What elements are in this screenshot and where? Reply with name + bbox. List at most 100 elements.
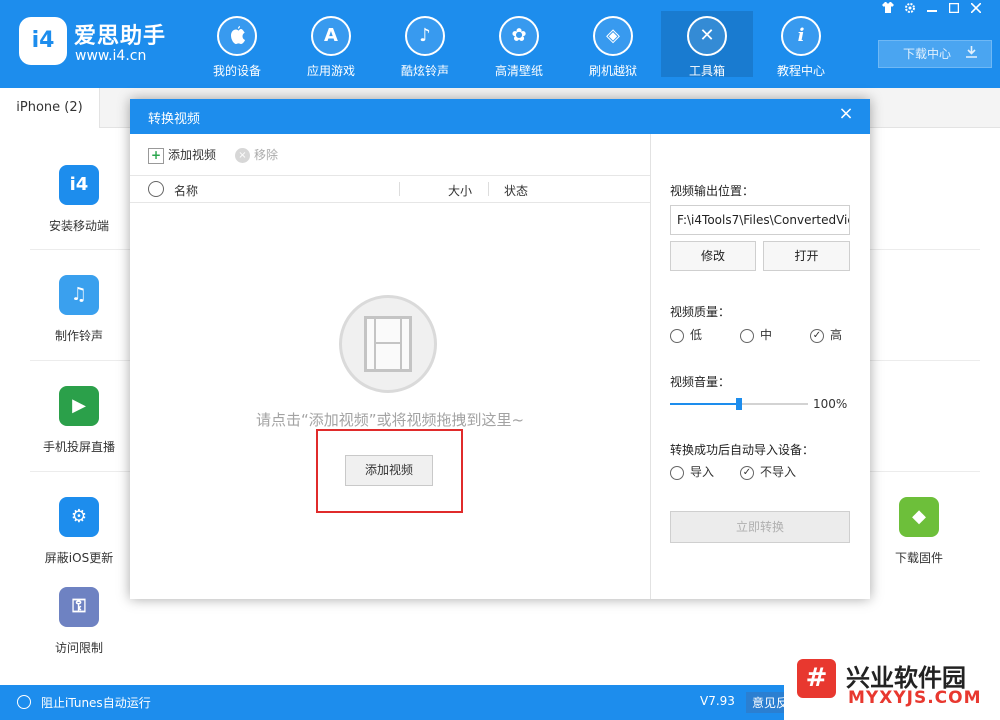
nav-label: 酷炫铃声 bbox=[400, 64, 449, 78]
add-video-label: 添加视频 bbox=[168, 148, 217, 162]
quality-label: 视频质量： bbox=[670, 305, 731, 319]
nav-label: 高清壁纸 bbox=[494, 64, 543, 78]
column-status[interactable]: 状态 bbox=[504, 182, 528, 199]
quality-low-label: 低 bbox=[690, 328, 703, 342]
nav-label: 我的设备 bbox=[212, 64, 261, 78]
shirt-icon[interactable] bbox=[880, 2, 896, 18]
column-name[interactable]: 名称 bbox=[174, 182, 198, 199]
nav-apps[interactable]: A 应用游戏 bbox=[285, 11, 377, 78]
add-file-icon: + bbox=[148, 147, 164, 164]
maximize-icon[interactable] bbox=[946, 2, 962, 18]
i4-app-icon: i4 bbox=[59, 165, 99, 205]
app-store-icon: A bbox=[311, 16, 351, 56]
radio-circle bbox=[740, 328, 754, 343]
column-size[interactable]: 大小 bbox=[448, 182, 472, 199]
nav-flash-jailbreak[interactable]: ◈ 刷机越狱 bbox=[567, 11, 659, 78]
tool-screen-mirror[interactable]: ▶ 手机投屏直播 bbox=[34, 386, 124, 455]
app-name: 爱思助手 bbox=[74, 24, 167, 49]
quality-medium-label: 中 bbox=[760, 328, 773, 342]
itunes-block-label[interactable]: 阻止iTunes自动运行 bbox=[41, 694, 151, 711]
nav-my-device[interactable]: 我的设备 bbox=[191, 11, 283, 78]
select-all-radio[interactable] bbox=[148, 181, 164, 197]
file-list-header: 名称 大小 状态 bbox=[130, 175, 650, 203]
checkmark-icon: ✓ bbox=[740, 465, 754, 480]
auto-import-label: 转换成功后自动导入设备： bbox=[670, 443, 815, 457]
tool-label: 手机投屏直播 bbox=[42, 440, 115, 454]
volume-slider-handle[interactable] bbox=[736, 398, 742, 410]
quality-high-label: 高 bbox=[830, 328, 843, 342]
info-icon: i bbox=[781, 16, 821, 56]
tool-label: 安装移动端 bbox=[48, 219, 109, 233]
volume-slider[interactable] bbox=[670, 398, 808, 410]
film-icon bbox=[339, 295, 437, 393]
convert-now-button[interactable]: 立即转换 bbox=[670, 511, 850, 543]
quality-medium-radio[interactable]: 中 bbox=[740, 326, 772, 343]
download-icon bbox=[966, 41, 977, 67]
itunes-block-checkbox[interactable] bbox=[17, 695, 31, 709]
tool-access-limit[interactable]: ⚿ 访问限制 bbox=[34, 587, 124, 656]
output-location-label: 视频输出位置： bbox=[670, 184, 755, 198]
apple-icon bbox=[217, 16, 257, 56]
volume-value: 100% bbox=[813, 397, 848, 411]
watermark: # 兴业软件园 MYXYJS.COM bbox=[784, 652, 1000, 720]
dropbox-icon: ◈ bbox=[593, 16, 633, 56]
screen-mirror-icon: ▶ bbox=[59, 386, 99, 426]
tools-icon: ✕ bbox=[687, 16, 727, 56]
add-video-toolbar-button[interactable]: + 添加视频 bbox=[148, 146, 216, 164]
nav-wallpapers[interactable]: ✿ 高清壁纸 bbox=[473, 11, 565, 78]
tool-install-mobile[interactable]: i4 安装移动端 bbox=[34, 165, 124, 234]
dialog-divider bbox=[650, 134, 651, 599]
no-import-radio[interactable]: ✓ 不导入 bbox=[740, 463, 796, 480]
box-icon: ◆ bbox=[899, 497, 939, 537]
flower-icon: ✿ bbox=[499, 16, 539, 56]
key-icon: ⚿ bbox=[59, 587, 99, 627]
nav-label: 刷机越狱 bbox=[588, 64, 637, 78]
radio-circle bbox=[670, 328, 684, 343]
tool-label: 屏蔽iOS更新 bbox=[44, 551, 114, 565]
empty-hint: 请点击“添加视频”或将视频拖拽到这里~ bbox=[255, 411, 525, 429]
remove-icon: × bbox=[235, 148, 250, 163]
column-separator bbox=[399, 182, 400, 196]
tool-label: 制作铃声 bbox=[54, 329, 103, 343]
nav-ringtones[interactable]: ♪ 酷炫铃声 bbox=[379, 11, 471, 78]
minimize-icon[interactable] bbox=[924, 2, 940, 18]
tool-label: 访问限制 bbox=[54, 641, 103, 655]
output-path-field[interactable]: F:\i4Tools7\Files\ConvertedVic bbox=[670, 205, 850, 235]
download-center-label: 下载中心 bbox=[903, 47, 952, 61]
gear-block-icon: ⚙ bbox=[59, 497, 99, 537]
quality-high-radio[interactable]: ✓ 高 bbox=[810, 326, 842, 343]
volume-slider-fill bbox=[670, 403, 739, 405]
quality-low-radio[interactable]: 低 bbox=[670, 326, 702, 343]
bell-icon: ♪ bbox=[405, 16, 445, 56]
app-url: www.i4.cn bbox=[75, 48, 147, 64]
top-bar: i4 爱思助手 www.i4.cn 我的设备 A 应用游戏 ♪ 酷炫铃声 ✿ 高… bbox=[0, 0, 1000, 88]
import-radio[interactable]: 导入 bbox=[670, 463, 714, 480]
nav-label: 教程中心 bbox=[776, 64, 825, 78]
checkmark-icon: ✓ bbox=[810, 328, 824, 343]
i4-logo-icon: i4 bbox=[19, 17, 67, 65]
watermark-url: MYXYJS.COM bbox=[848, 688, 982, 708]
open-button[interactable]: 打开 bbox=[763, 241, 850, 271]
column-separator bbox=[488, 182, 489, 196]
tool-download-firmware[interactable]: ◆ 下载固件 bbox=[874, 497, 964, 566]
import-label: 导入 bbox=[690, 465, 715, 479]
close-icon[interactable] bbox=[968, 2, 984, 18]
nav-toolbox[interactable]: ✕ 工具箱 bbox=[661, 11, 753, 78]
tool-block-ios-update[interactable]: ⚙ 屏蔽iOS更新 bbox=[34, 497, 124, 566]
tool-make-ringtone[interactable]: ♫ 制作铃声 bbox=[34, 275, 124, 344]
no-import-label: 不导入 bbox=[760, 465, 797, 479]
nav-label: 工具箱 bbox=[688, 64, 725, 78]
bell-plus-icon: ♫ bbox=[59, 275, 99, 315]
remove-toolbar-button[interactable]: × 移除 bbox=[235, 146, 278, 163]
download-center-button[interactable]: 下载中心 bbox=[878, 40, 992, 68]
dialog-close-button[interactable]: × bbox=[834, 102, 858, 126]
version-label: V7.93 bbox=[700, 694, 735, 708]
nav-tutorials[interactable]: i 教程中心 bbox=[755, 11, 847, 78]
gear-icon[interactable] bbox=[902, 2, 918, 18]
device-tab[interactable]: iPhone (2) bbox=[0, 88, 100, 128]
radio-circle bbox=[670, 465, 684, 480]
dialog-header: 转换视频 × bbox=[130, 99, 870, 134]
modify-button[interactable]: 修改 bbox=[670, 241, 756, 271]
volume-label: 视频音量： bbox=[670, 375, 731, 389]
convert-video-dialog: 转换视频 × + 添加视频 × 移除 名称 大小 状态 请点击“添加视频”或将视频拖… bbox=[130, 99, 870, 599]
